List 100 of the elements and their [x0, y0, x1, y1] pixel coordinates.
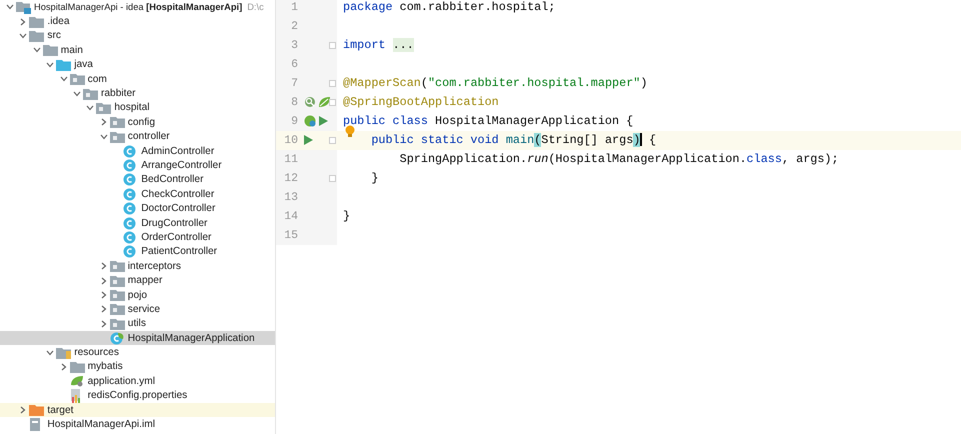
tree-item[interactable]: OrderController [0, 230, 275, 245]
fold-marker-icon[interactable] [329, 136, 336, 144]
run-icon[interactable] [319, 116, 328, 126]
chevron-down-icon[interactable] [19, 32, 28, 39]
chevron-down-icon[interactable] [32, 47, 41, 54]
tree-item[interactable]: com [0, 72, 275, 86]
chevron-down-icon[interactable] [100, 134, 108, 140]
code-line: package com.rabbiter.hospital; [342, 0, 556, 14]
tree-item[interactable]: mapper [0, 273, 275, 288]
line-number: 8 [290, 96, 298, 108]
leaf-icon[interactable] [318, 96, 331, 108]
fold-marker-icon[interactable] [329, 80, 336, 86]
fold-marker-icon[interactable] [329, 42, 336, 48]
package-icon [96, 102, 112, 114]
line-number: 3 [290, 38, 298, 52]
chevron-right-icon[interactable] [100, 305, 107, 314]
chevron-right-icon[interactable] [100, 262, 107, 270]
code-line: @SpringBootApplication [342, 95, 499, 109]
class-icon [123, 202, 136, 216]
chevron-down-icon[interactable] [6, 4, 14, 10]
tree-item[interactable]: BedController [0, 172, 275, 188]
tree-item[interactable]: application.yml [0, 374, 275, 389]
tree-item[interactable]: config [0, 115, 275, 130]
class-icon [123, 230, 136, 244]
tree-item[interactable]: service [0, 302, 275, 317]
line-number: 1 [290, 0, 298, 14]
package-icon [83, 88, 98, 100]
fold-marker-icon[interactable] [329, 98, 336, 106]
folder-icon [56, 58, 72, 71]
code-line: public static void main(String[] args) { [337, 133, 656, 147]
tree-item[interactable]: utils [0, 316, 275, 331]
tree-item[interactable]: CheckController [0, 187, 275, 202]
code-line: } [370, 171, 378, 185]
chevron-right-icon[interactable] [20, 406, 26, 414]
line-number: 6 [290, 58, 298, 70]
tree-item[interactable]: DoctorController [0, 201, 275, 216]
chevron-down-icon[interactable] [73, 90, 81, 97]
module-icon [16, 0, 31, 14]
tree-item[interactable]: redisConfig.properties [0, 388, 275, 403]
line-number: 9 [290, 114, 298, 128]
line-number: 7 [290, 76, 298, 90]
chevron-right-icon[interactable] [100, 291, 107, 299]
chevron-right-icon[interactable] [60, 362, 67, 371]
class-icon [123, 173, 136, 186]
tree-item[interactable]: main [0, 43, 275, 58]
class-icon [123, 188, 136, 201]
code-line: import ... [342, 38, 414, 52]
tree-item[interactable]: resources [0, 345, 275, 360]
package-icon [70, 73, 85, 86]
line-number: 11 [283, 152, 298, 166]
chevron-right-icon[interactable] [100, 320, 107, 328]
tree-item[interactable]: target [0, 402, 275, 418]
run-icon[interactable] [304, 135, 313, 145]
line-number: 10 [283, 134, 298, 146]
tree-item[interactable]: mybatis [0, 360, 275, 374]
line-number: 2 [290, 20, 298, 32]
bean-magnifier-icon[interactable] [304, 96, 316, 108]
tree-item[interactable]: HospitalManagerApplication [0, 330, 275, 346]
fold-marker-icon[interactable] [329, 174, 336, 182]
package-icon [110, 274, 125, 287]
package-icon [110, 116, 125, 128]
resource-folder-icon [56, 346, 72, 359]
code-line: @MapperScan("com.rabbiter.hospital.mapper") [342, 76, 648, 90]
package-icon [110, 260, 125, 272]
module-file-icon [29, 418, 42, 432]
tree-item[interactable]: AdminController [0, 144, 275, 158]
package-icon [110, 289, 125, 301]
class-icon [123, 144, 136, 158]
tree-item[interactable]: ArrangeController [0, 158, 275, 173]
tree-item[interactable]: HospitalManagerApi - idea [HospitalManagerApi] D:\c [0, 0, 275, 14]
chevron-down-icon[interactable] [46, 62, 54, 68]
tree-item[interactable]: .idea [0, 14, 275, 29]
tree-item[interactable]: pojo [0, 288, 275, 302]
tree-item[interactable]: interceptors [0, 259, 275, 274]
bean-icon[interactable] [304, 114, 317, 128]
folder-icon [29, 30, 44, 42]
line-number: 13 [283, 190, 298, 204]
properties-file-icon [70, 388, 82, 403]
folder-icon [29, 404, 44, 416]
chevron-right-icon[interactable] [100, 276, 107, 285]
tree-item[interactable]: PatientController [0, 244, 275, 260]
leaf-icon [70, 375, 84, 388]
chevron-down-icon[interactable] [86, 104, 94, 111]
chevron-right-icon[interactable] [20, 18, 26, 26]
lightbulb-icon[interactable] [345, 125, 355, 139]
tree-item[interactable]: HospitalManagerApi.iml [0, 417, 275, 432]
chevron-down-icon[interactable] [60, 76, 68, 82]
tree-item[interactable]: src [0, 28, 275, 44]
code-line: } [342, 209, 350, 223]
package-icon [110, 303, 125, 316]
package-icon [110, 318, 125, 330]
tree-item[interactable]: rabbiter [0, 86, 275, 101]
chevron-down-icon[interactable] [46, 350, 54, 356]
tree-item[interactable]: hospital [0, 100, 275, 116]
tree-item[interactable]: controller [0, 130, 275, 144]
chevron-right-icon[interactable] [100, 118, 107, 126]
line-number: 14 [283, 210, 298, 222]
tree-item[interactable]: java [0, 58, 275, 72]
class-icon [123, 245, 136, 258]
tree-item[interactable]: DrugController [0, 216, 275, 230]
